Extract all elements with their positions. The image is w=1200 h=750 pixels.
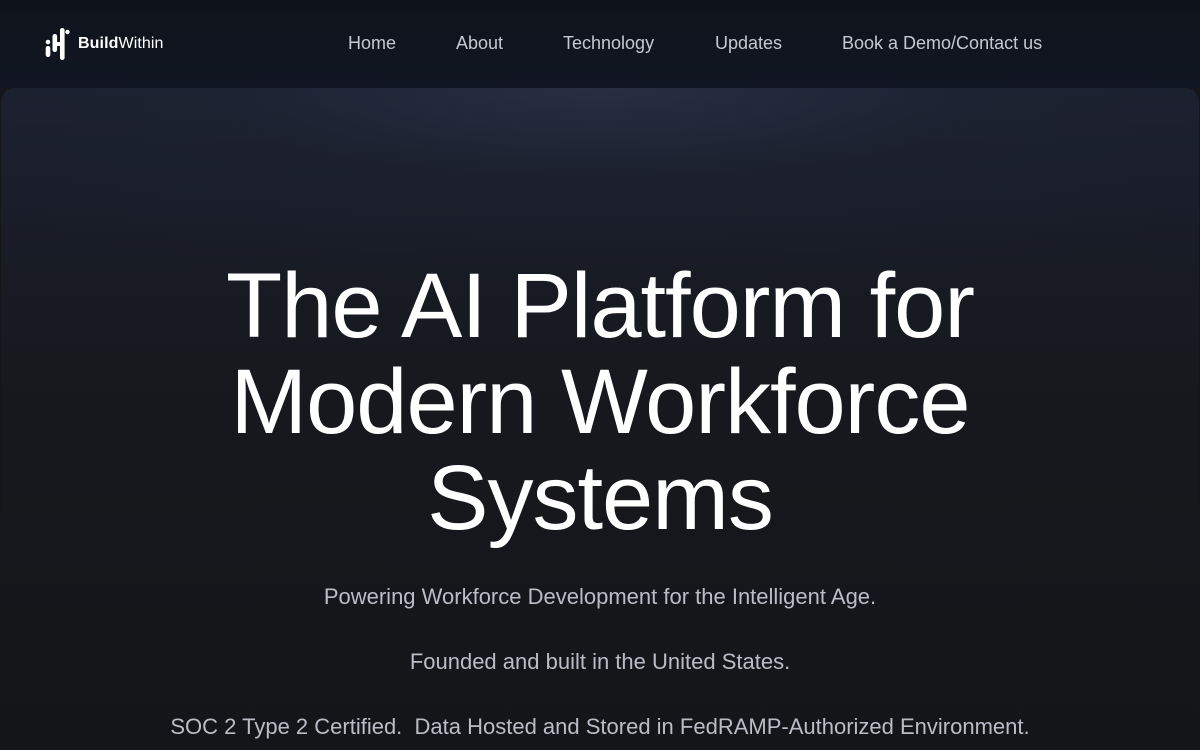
hero-title-line-2: Modern Workforce [230, 351, 970, 453]
nav-link-technology[interactable]: Technology [563, 30, 654, 56]
nav-link-about[interactable]: About [456, 30, 503, 56]
site-header: Build Within Home About Technology Update… [0, 0, 1200, 88]
hero-title-line-1: The AI Platform for [226, 255, 975, 357]
nav-link-updates[interactable]: Updates [715, 30, 782, 56]
nav-link-home[interactable]: Home [348, 30, 396, 56]
hero-founded-text: Founded and built in the United States. [409, 649, 791, 674]
hero-title: The AI Platform for Modern Workforce Sys… [1, 258, 1199, 546]
hero-section: The AI Platform for Modern Workforce Sys… [1, 88, 1199, 750]
hero-compliance-text: SOC 2 Type 2 Certified. Data Hosted and … [170, 714, 1030, 739]
hero-tagline: Powering Workforce Development for the I… [323, 584, 877, 609]
hero-title-line-3: Systems [427, 447, 774, 549]
nav-link-book-demo-contact[interactable]: Book a Demo/Contact us [842, 30, 1042, 56]
main-nav: Home About Technology Updates Book a Dem… [0, 30, 1200, 56]
